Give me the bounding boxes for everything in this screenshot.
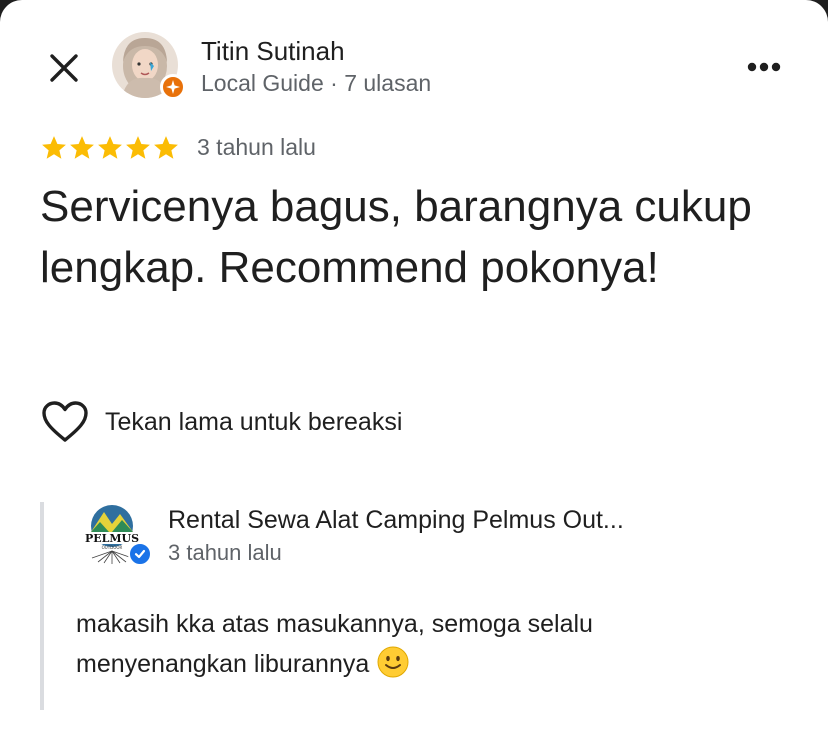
review-text: Servicenya bagus, barangnya cukup lengka… <box>40 182 752 292</box>
close-icon <box>50 54 78 82</box>
owner-reply: PELMUS OUTDOOR Rental Sewa Alat Camping … <box>40 502 800 710</box>
verified-badge <box>128 542 152 566</box>
star-rating <box>40 134 180 162</box>
local-guide-badge <box>160 74 186 100</box>
author-meta[interactable]: Local Guide · 7 ulasan <box>201 70 431 97</box>
author-name[interactable]: Titin Sutinah <box>201 36 345 67</box>
smiling-face-emoji <box>377 646 409 678</box>
owner-logo-subtext: OUTDOOR <box>102 545 123 550</box>
owner-name[interactable]: Rental Sewa Alat Camping Pelmus Out... <box>168 506 624 535</box>
local-guide-badge-icon <box>166 80 180 94</box>
star-icon <box>126 136 150 159</box>
heart-outline-icon <box>42 401 88 442</box>
more-options-button[interactable] <box>740 52 788 82</box>
react-button[interactable]: Tekan lama untuk bereaksi <box>40 400 402 444</box>
star-icon <box>70 136 94 159</box>
owner-reply-text: makasih kka atas masukannya, semoga sela… <box>76 604 716 684</box>
owner-reply-date: 3 tahun lalu <box>168 540 282 565</box>
close-button[interactable] <box>40 46 88 90</box>
star-icon <box>154 136 178 159</box>
owner-reply-body: makasih kka atas masukannya, semoga sela… <box>76 610 593 678</box>
star-icon <box>98 136 122 159</box>
react-label: Tekan lama untuk bereaksi <box>105 407 403 436</box>
owner-logo-text: PELMUS <box>85 532 139 545</box>
verified-check-icon <box>134 549 146 559</box>
review-sheet: Titin Sutinah Local Guide · 7 ulasan 3 t… <box>0 0 828 742</box>
more-vertical-icon <box>747 62 781 72</box>
star-icon <box>42 136 66 159</box>
review-date: 3 tahun lalu <box>197 134 316 160</box>
